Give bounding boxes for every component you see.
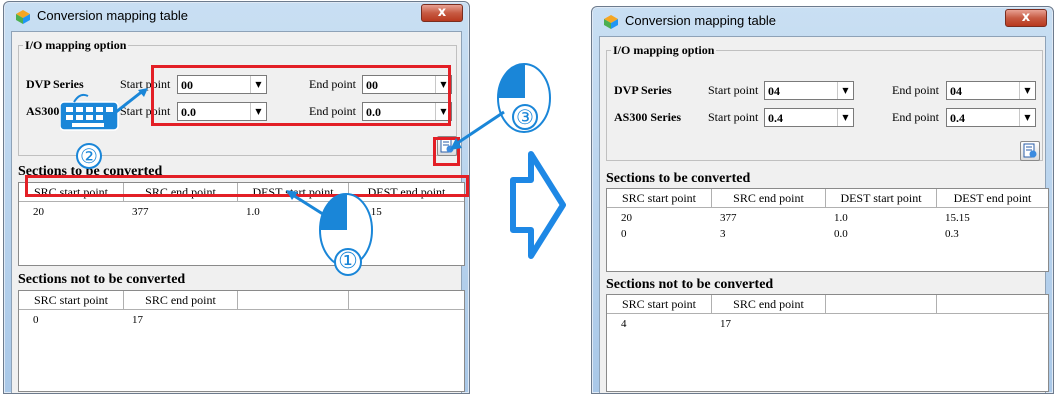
col-empty bbox=[238, 291, 349, 309]
cell: 0.0 bbox=[834, 228, 848, 240]
table-header: SRC start point SRC end point DEST start… bbox=[607, 189, 1048, 208]
keyboard-icon bbox=[60, 93, 119, 131]
apply-mapping-button[interactable] bbox=[1020, 141, 1040, 161]
as-end-label: End point bbox=[892, 110, 939, 124]
cell: 3 bbox=[720, 228, 726, 240]
io-mapping-group: I/O mapping option bbox=[606, 43, 1043, 161]
as-start-value: 0.4 bbox=[768, 111, 783, 125]
mouse-callout-3 bbox=[450, 63, 551, 150]
dropdown-arrow-icon: ▼ bbox=[837, 109, 853, 126]
table-row[interactable]: 0 17 bbox=[19, 313, 464, 329]
step-3-badge: ③ bbox=[512, 104, 538, 130]
cell: 0.3 bbox=[945, 228, 959, 240]
col-dest-start[interactable]: DEST start point bbox=[826, 189, 937, 207]
title-bar: Conversion mapping table x bbox=[592, 7, 1053, 35]
io-mapping-legend: I/O mapping option bbox=[25, 38, 127, 52]
cell: 17 bbox=[720, 318, 731, 330]
dropdown-arrow-icon: ▼ bbox=[837, 82, 853, 99]
sections-not-converted-table: SRC start point SRC end point 0 17 bbox=[18, 290, 465, 392]
col-empty bbox=[826, 295, 937, 313]
col-src-start[interactable]: SRC start point bbox=[607, 295, 712, 313]
table-header: SRC start point SRC end point bbox=[19, 291, 464, 310]
cell: 377 bbox=[132, 206, 149, 218]
dvp-end-label: End point bbox=[892, 83, 939, 97]
io-mapping-legend: I/O mapping option bbox=[613, 43, 715, 57]
cell: 15.15 bbox=[945, 212, 970, 224]
app-icon bbox=[16, 10, 30, 24]
window-client: I/O mapping option DVP Series AS300 Seri… bbox=[599, 36, 1049, 393]
title-bar: Conversion mapping table x bbox=[4, 2, 469, 30]
as-start-select[interactable]: 0.4 ▼ bbox=[764, 108, 854, 127]
dvp-series-label: DVP Series bbox=[614, 83, 672, 97]
col-src-end[interactable]: SRC end point bbox=[712, 295, 826, 313]
close-icon: x bbox=[1021, 10, 1031, 25]
cell: 0 bbox=[621, 228, 627, 240]
as-end-value: 0.4 bbox=[950, 111, 965, 125]
close-button[interactable]: x bbox=[1005, 9, 1047, 27]
table-header: SRC start point SRC end point bbox=[607, 295, 1048, 314]
col-src-end[interactable]: SRC end point bbox=[124, 291, 238, 309]
cell: 377 bbox=[720, 212, 737, 224]
keyboard-callout bbox=[60, 88, 148, 131]
col-dest-end[interactable]: DEST end point bbox=[937, 189, 1048, 207]
right-arrow-icon bbox=[510, 151, 566, 259]
conversion-window-after: Conversion mapping table x I/O mapping o… bbox=[591, 6, 1054, 394]
col-src-end[interactable]: SRC end point bbox=[712, 189, 826, 207]
sections-not-converted-title: Sections not to be converted bbox=[18, 272, 186, 287]
highlight-io-fields bbox=[151, 65, 451, 126]
window-title: Conversion mapping table bbox=[37, 8, 189, 23]
table-row[interactable]: 0 3 0.0 0.3 bbox=[607, 227, 1048, 243]
table-row[interactable]: 4 17 bbox=[607, 317, 1048, 333]
highlight-converted-row bbox=[25, 175, 469, 197]
sections-not-converted-table: SRC start point SRC end point 4 17 bbox=[606, 294, 1049, 392]
apply-mapping-icon bbox=[1023, 143, 1037, 158]
conversion-window-before: Conversion mapping table x I/O mapping o… bbox=[3, 1, 470, 394]
cell: 20 bbox=[33, 206, 44, 218]
cell: 1.0 bbox=[834, 212, 848, 224]
col-empty bbox=[349, 291, 464, 309]
step-1-badge: ① bbox=[334, 248, 362, 276]
close-button[interactable]: x bbox=[421, 4, 463, 22]
dropdown-arrow-icon: ▼ bbox=[1019, 82, 1035, 99]
cell: 0 bbox=[33, 314, 39, 326]
dropdown-arrow-icon: ▼ bbox=[1019, 109, 1035, 126]
as-end-select[interactable]: 0.4 ▼ bbox=[946, 108, 1036, 127]
sections-converted-title: Sections to be converted bbox=[606, 171, 751, 186]
dvp-start-label: Start point bbox=[708, 83, 759, 97]
sections-converted-table: SRC start point SRC end point DEST start… bbox=[606, 188, 1049, 272]
col-src-start[interactable]: SRC start point bbox=[19, 291, 124, 309]
step-2-badge: ② bbox=[76, 143, 102, 169]
dvp-start-value: 04 bbox=[768, 84, 780, 98]
col-empty bbox=[937, 295, 1048, 313]
dvp-end-select[interactable]: 04 ▼ bbox=[946, 81, 1036, 100]
app-icon bbox=[604, 15, 618, 29]
cell: 4 bbox=[621, 318, 627, 330]
cell: 17 bbox=[132, 314, 143, 326]
col-src-start[interactable]: SRC start point bbox=[607, 189, 712, 207]
table-row[interactable]: 20 377 1.0 15.15 bbox=[607, 211, 1048, 227]
window-title: Conversion mapping table bbox=[625, 13, 777, 28]
sections-not-converted-title: Sections not to be converted bbox=[606, 277, 774, 292]
cell: 20 bbox=[621, 212, 632, 224]
close-icon: x bbox=[437, 5, 447, 20]
dvp-end-value: 04 bbox=[950, 84, 962, 98]
table-row[interactable]: 20 377 1.0 15.15 bbox=[19, 205, 464, 221]
dvp-start-select[interactable]: 04 ▼ bbox=[764, 81, 854, 100]
as300-series-label: AS300 Series bbox=[614, 110, 681, 124]
cell: 1.0 bbox=[246, 206, 260, 218]
as-start-label: Start point bbox=[708, 110, 759, 124]
